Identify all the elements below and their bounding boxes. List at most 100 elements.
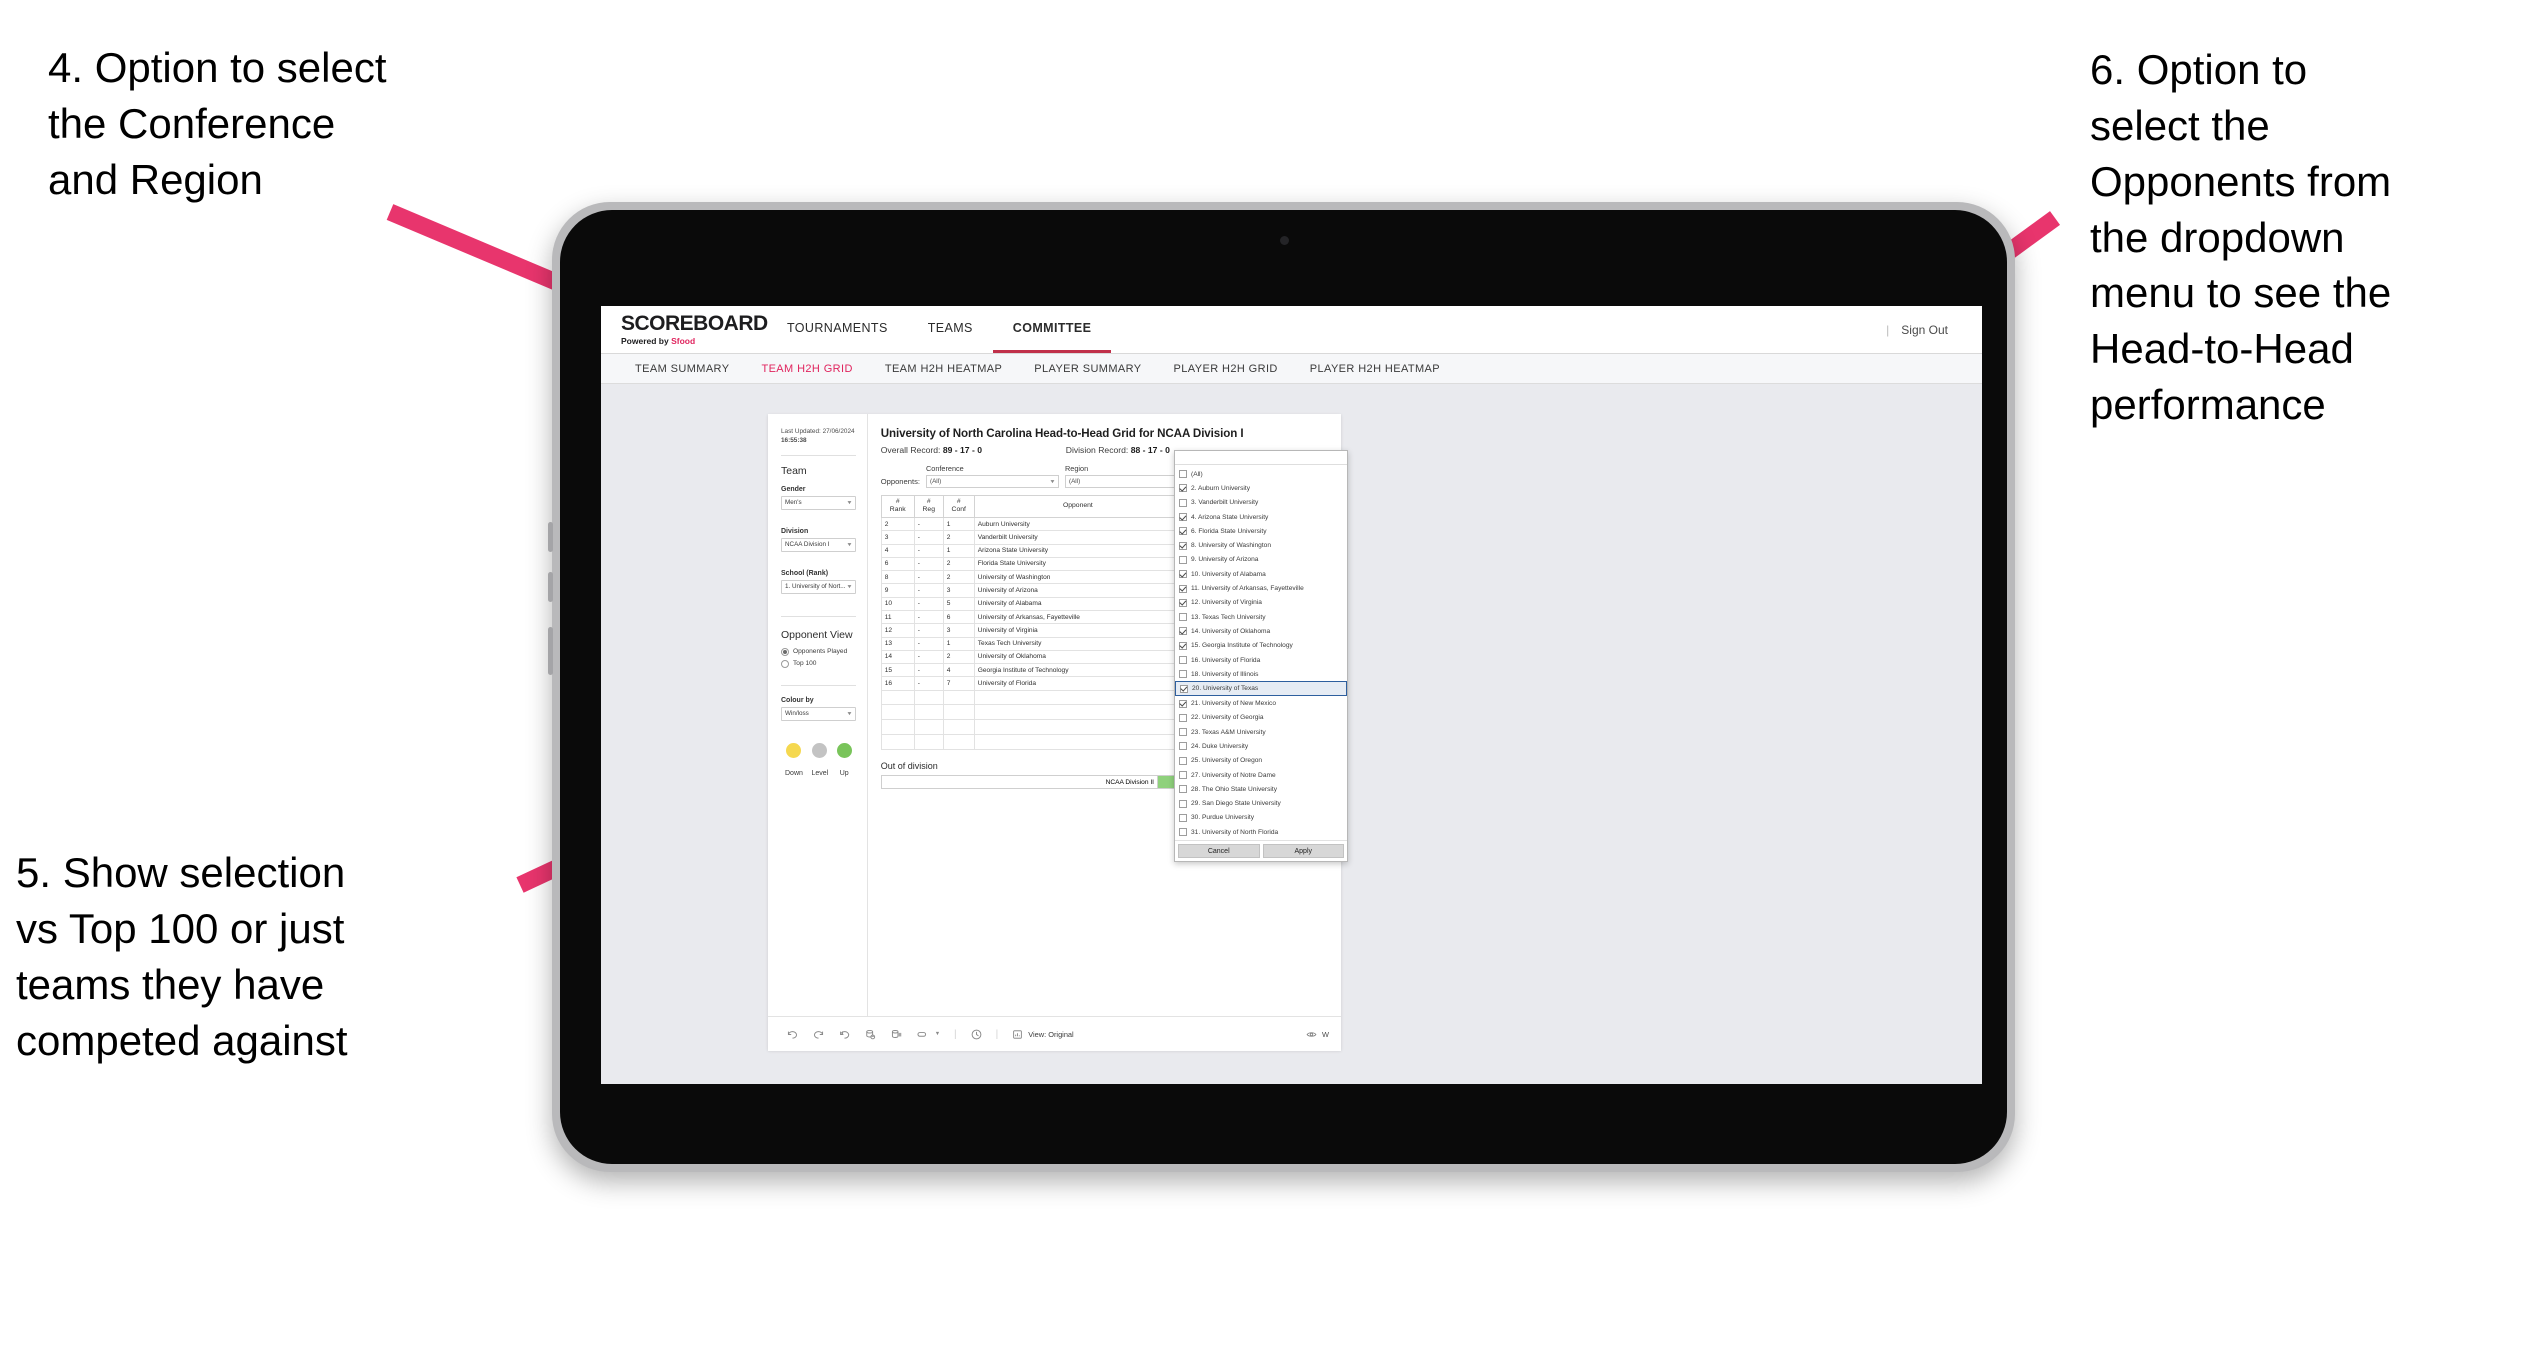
undo-icon[interactable] [786, 1028, 799, 1041]
chevron-down-icon[interactable]: ▼ [934, 1028, 941, 1041]
watch-icon[interactable] [1305, 1028, 1318, 1041]
opponent-option[interactable]: 3. Vanderbilt University [1175, 496, 1347, 510]
device-button-volume-up[interactable] [548, 522, 553, 552]
colour-by-select[interactable]: Win/loss ▼ [781, 706, 856, 721]
opponent-option[interactable]: 31. University of North Florida [1175, 825, 1347, 839]
radio-opponents-played[interactable]: Opponents Played [781, 647, 856, 656]
checkbox-icon[interactable] [1179, 728, 1187, 737]
checkbox-checked-icon[interactable] [1179, 584, 1187, 593]
checkbox-icon[interactable] [1179, 742, 1187, 751]
checkbox-checked-icon[interactable] [1179, 699, 1187, 708]
school-rank-value: 1. University of Nort... [785, 583, 846, 591]
checkbox-icon[interactable] [1179, 828, 1187, 837]
opponent-option[interactable]: 27. University of Notre Dame [1175, 768, 1347, 782]
checkbox-icon[interactable] [1179, 785, 1187, 794]
opponent-option[interactable]: 21. University of New Mexico [1175, 696, 1347, 710]
subnav-player-summary[interactable]: PLAYER SUMMARY [1018, 363, 1157, 375]
opponent-option[interactable]: 9. University of Arizona [1175, 553, 1347, 567]
apply-button[interactable]: Apply [1262, 844, 1344, 859]
tablet-screen: SCOREBOARD Powered by Sfood TOURNAMENTS … [601, 306, 1982, 1084]
checkbox-checked-icon[interactable] [1179, 641, 1187, 650]
refresh-data-icon[interactable] [864, 1028, 877, 1041]
opponent-option[interactable]: 24. Duke University [1175, 739, 1347, 753]
checkbox-checked-icon[interactable] [1179, 527, 1187, 536]
cancel-button[interactable]: Cancel [1178, 844, 1260, 859]
revert-icon[interactable] [838, 1028, 851, 1041]
opponent-dropdown-popover[interactable]: (All) 2. Auburn University 3. Vanderbilt U… [1174, 450, 1348, 863]
conference-dropdown[interactable]: (All) ▼ [926, 475, 1059, 488]
opponent-option[interactable]: 20. University of Texas [1175, 681, 1347, 697]
app-header: SCOREBOARD Powered by Sfood TOURNAMENTS … [601, 306, 1982, 354]
checkbox-checked-icon[interactable] [1179, 541, 1187, 550]
opponent-option[interactable]: 16. University of Florida [1175, 653, 1347, 667]
checkbox-icon[interactable] [1179, 498, 1187, 507]
opponent-option[interactable]: (All) [1175, 467, 1347, 481]
opponent-option[interactable]: 18. University of Illinois [1175, 667, 1347, 681]
annotation-callout-5: 5. Show selection vs Top 100 or just tea… [16, 849, 348, 1064]
app-logo[interactable]: SCOREBOARD Powered by Sfood [621, 313, 768, 346]
checkbox-checked-icon[interactable] [1180, 684, 1188, 693]
opponent-option[interactable]: 6. Florida State University [1175, 524, 1347, 538]
opponents-filter-label: Opponents: [880, 477, 920, 486]
cell-opponent: Arizona State University [973, 543, 1183, 558]
redo-icon[interactable] [812, 1028, 825, 1041]
division-select[interactable]: NCAA Division I ▼ [781, 537, 856, 552]
opponent-option[interactable]: 25. University of Oregon [1175, 754, 1347, 768]
checkbox-icon[interactable] [1179, 813, 1187, 822]
checkbox-checked-icon[interactable] [1179, 598, 1187, 607]
opponent-option[interactable]: 23. Texas A&M University [1175, 725, 1347, 739]
checkbox-checked-icon[interactable] [1179, 570, 1187, 579]
toolbar-right-label: W [1322, 1029, 1329, 1039]
radio-top-100[interactable]: Top 100 [781, 659, 856, 668]
subnav-team-h2h-heatmap[interactable]: TEAM H2H HEATMAP [869, 363, 1018, 375]
opponent-option[interactable]: 15. Georgia Institute of Technology [1175, 639, 1347, 653]
opponent-option[interactable]: 30. Purdue University [1175, 811, 1347, 825]
cell-blank [880, 719, 915, 735]
opponent-option[interactable]: 28. The Ohio State University [1175, 782, 1347, 796]
nav-teams[interactable]: TEAMS [908, 306, 993, 353]
subnav-player-h2h-heatmap[interactable]: PLAYER H2H HEATMAP [1294, 363, 1456, 375]
nav-tournaments[interactable]: TOURNAMENTS [767, 306, 908, 353]
checkbox-icon[interactable] [1179, 613, 1187, 622]
signout-link[interactable]: Sign Out [1901, 323, 1948, 337]
opponent-option[interactable]: 13. Texas Tech University [1175, 610, 1347, 624]
nav-committee[interactable]: COMMITTEE [992, 306, 1112, 353]
subnav-team-h2h-grid[interactable]: TEAM H2H GRID [745, 363, 868, 375]
opponent-option[interactable]: 22. University of Georgia [1175, 711, 1347, 725]
school-rank-select[interactable]: 1. University of Nort... ▼ [781, 579, 856, 594]
conference-filter: Conference (All) ▼ [926, 464, 1059, 488]
checkbox-icon[interactable] [1179, 656, 1187, 664]
cell-rank: 4 [880, 543, 915, 558]
opponent-option[interactable]: 2. Auburn University [1175, 481, 1347, 495]
checkbox-checked-icon[interactable] [1179, 513, 1187, 522]
checkbox-icon[interactable] [1179, 799, 1187, 808]
checkbox-icon[interactable] [1179, 670, 1187, 679]
checkbox-icon[interactable] [1179, 756, 1187, 765]
history-icon[interactable] [970, 1028, 983, 1041]
opponent-option[interactable]: 14. University of Oklahoma [1175, 624, 1347, 638]
opponent-search-input[interactable] [1175, 451, 1347, 465]
cell-rank: 16 [880, 676, 915, 691]
pause-data-icon[interactable] [890, 1028, 903, 1041]
gender-select[interactable]: Men's ▼ [781, 495, 856, 510]
checkbox-icon[interactable] [1179, 555, 1187, 564]
chevron-down-icon: ▼ [846, 710, 853, 717]
device-button-power[interactable] [548, 627, 553, 675]
checkbox-checked-icon[interactable] [1179, 627, 1187, 636]
opponent-option[interactable]: 10. University of Alabama [1175, 567, 1347, 581]
opponent-option[interactable]: 29. San Diego State University [1175, 797, 1347, 811]
view-label[interactable]: View: Original [1011, 1028, 1074, 1041]
checkbox-icon[interactable] [1179, 470, 1187, 479]
checkbox-checked-icon[interactable] [1179, 484, 1187, 493]
subnav-player-h2h-grid[interactable]: PLAYER H2H GRID [1158, 363, 1294, 375]
device-button-volume-down[interactable] [548, 572, 553, 602]
checkbox-icon[interactable] [1179, 771, 1187, 780]
opponent-option[interactable]: 8. University of Washington [1175, 538, 1347, 552]
share-icon[interactable] [916, 1028, 929, 1041]
cell-conf: 2 [942, 649, 975, 665]
checkbox-icon[interactable] [1179, 713, 1187, 722]
opponent-option[interactable]: 11. University of Arkansas, Fayetteville [1175, 581, 1347, 595]
subnav-team-summary[interactable]: TEAM SUMMARY [619, 363, 745, 375]
opponent-option[interactable]: 12. University of Virginia [1175, 596, 1347, 610]
opponent-option[interactable]: 4. Arizona State University [1175, 510, 1347, 524]
